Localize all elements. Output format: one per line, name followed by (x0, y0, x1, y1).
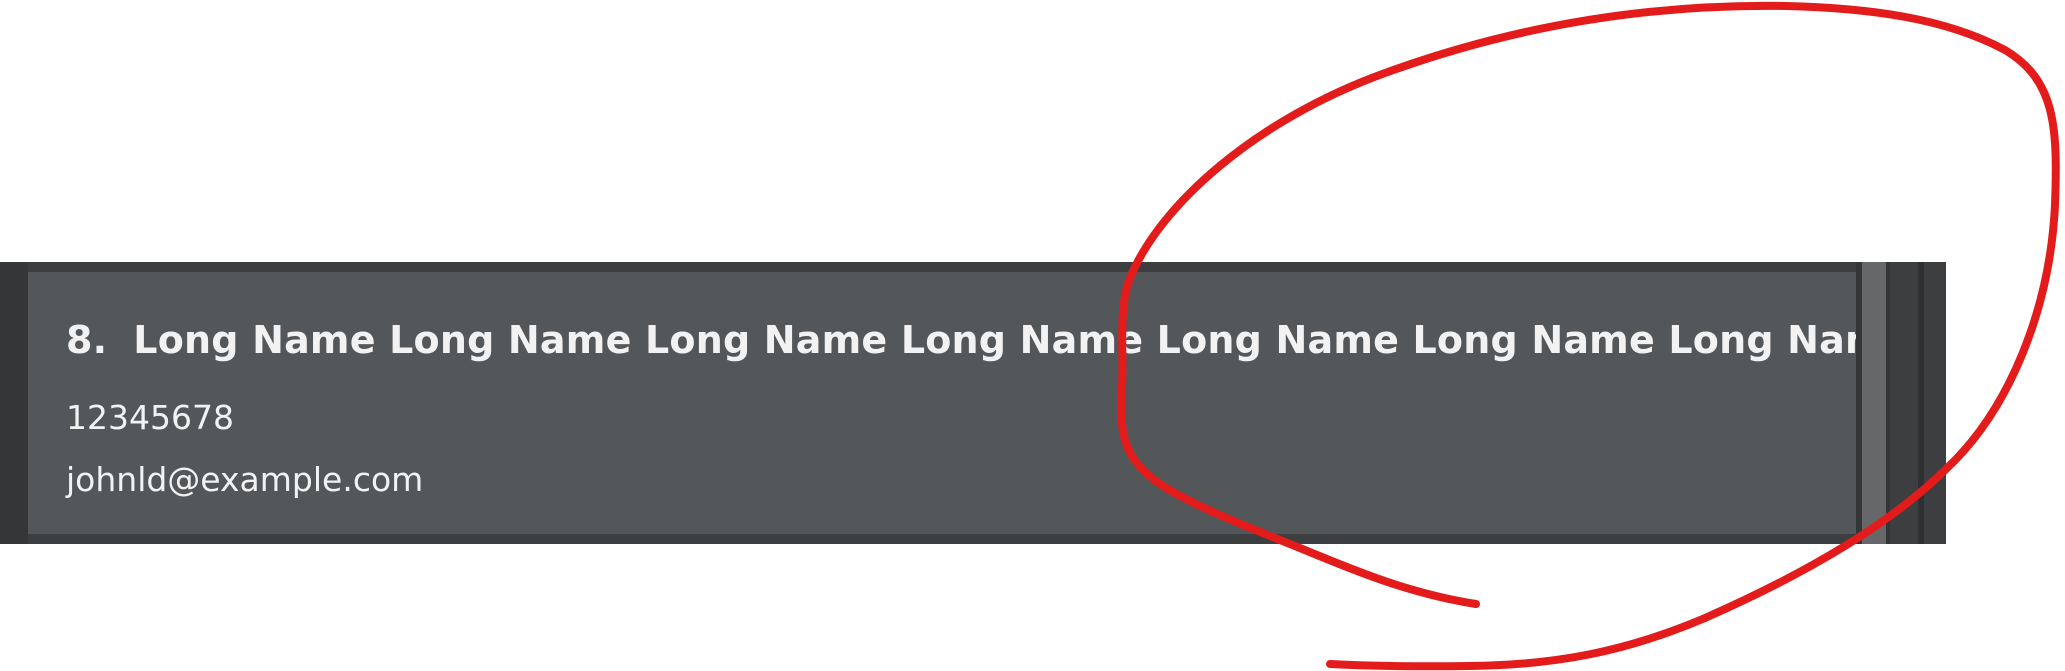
person-card-name: Long Name Long Name Long Name Long Name … (133, 318, 1856, 362)
person-card-phone: 12345678 (66, 398, 234, 437)
vertical-scrollbar-thumb[interactable] (1862, 262, 1886, 544)
list-right-border (1918, 262, 1924, 544)
person-card-title: 8. Long Name Long Name Long Name Long Nam… (66, 318, 1856, 362)
person-card[interactable]: 8. Long Name Long Name Long Name Long Nam… (28, 272, 1856, 534)
person-card-index: 8. (66, 318, 108, 362)
person-list: 8. Long Name Long Name Long Name Long Nam… (0, 262, 1946, 544)
person-card-email: johnld@example.com (66, 460, 424, 499)
list-left-border (0, 262, 28, 544)
